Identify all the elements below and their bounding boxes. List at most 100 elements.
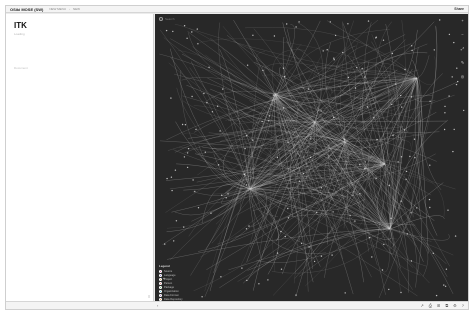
graph-node[interactable] (334, 34, 337, 37)
graph-node[interactable] (286, 23, 288, 25)
graph-node[interactable] (414, 157, 416, 159)
graph-node[interactable] (375, 177, 377, 180)
graph-node[interactable] (343, 138, 345, 140)
graph-node[interactable] (165, 29, 168, 32)
graph-node[interactable] (354, 87, 357, 89)
graph-node[interactable] (447, 209, 449, 211)
graph-node[interactable] (197, 207, 200, 209)
graph-node[interactable] (391, 103, 393, 106)
graph-node[interactable] (246, 64, 249, 66)
graph-node[interactable] (284, 235, 286, 238)
graph-node[interactable] (456, 67, 458, 69)
graph-node[interactable] (443, 128, 446, 131)
graph-node[interactable] (310, 138, 312, 140)
graph-node[interactable] (313, 260, 316, 263)
graph-node[interactable] (252, 139, 254, 141)
focus-icon[interactable]: ◎ (460, 74, 465, 79)
graph-node[interactable] (174, 169, 177, 171)
graph-node[interactable] (404, 68, 406, 71)
graph-node[interactable] (448, 95, 450, 97)
graph-node[interactable] (457, 80, 459, 83)
menu-icon[interactable]: ≡ (148, 294, 150, 299)
graph-node[interactable] (282, 67, 285, 69)
graph-node[interactable] (400, 94, 402, 97)
graph-node[interactable] (197, 43, 199, 45)
graph-node[interactable] (406, 233, 408, 235)
graph-node[interactable] (445, 268, 448, 270)
graph-node[interactable] (391, 52, 394, 55)
graph-node[interactable] (211, 111, 214, 113)
graph-node[interactable] (309, 156, 312, 159)
graph-node[interactable] (320, 255, 323, 257)
graph-node[interactable] (280, 268, 283, 270)
graph-node[interactable] (333, 57, 335, 59)
graph-node[interactable] (170, 176, 173, 178)
graph-node[interactable] (344, 292, 346, 294)
graph-node[interactable] (411, 45, 413, 47)
graph-node[interactable] (410, 96, 413, 98)
graph-node[interactable] (444, 105, 446, 108)
settings-icon[interactable]: ⚙ (453, 303, 457, 308)
graph-node[interactable] (287, 217, 290, 219)
graph-node[interactable] (183, 25, 186, 27)
graph-node[interactable] (359, 164, 361, 166)
graph-node[interactable] (298, 21, 300, 23)
graph-node[interactable] (302, 172, 305, 175)
graph-node[interactable] (191, 95, 193, 98)
copy-icon[interactable]: ⧉ (445, 303, 448, 308)
graph-node[interactable] (173, 240, 175, 242)
graph-node[interactable] (183, 226, 185, 228)
graph-node[interactable] (196, 28, 198, 30)
graph-node[interactable] (410, 212, 412, 214)
graph-node[interactable] (195, 128, 197, 131)
graph-node[interactable] (221, 194, 223, 196)
graph-node[interactable] (354, 220, 356, 222)
graph-node[interactable] (170, 97, 172, 99)
graph-node[interactable] (164, 243, 166, 245)
graph-node[interactable] (320, 110, 322, 112)
graph-node[interactable] (381, 269, 384, 271)
graph-node[interactable] (210, 212, 212, 214)
breadcrumb-item-1[interactable]: NEW MENU (49, 7, 66, 11)
graph-node[interactable] (222, 88, 224, 90)
graph-node[interactable] (444, 112, 446, 114)
graph-node[interactable] (409, 155, 411, 158)
graph-node[interactable] (451, 76, 453, 78)
graph-node[interactable] (172, 30, 174, 33)
graph-node[interactable] (401, 106, 403, 108)
graph-node[interactable] (359, 193, 361, 195)
graph-node[interactable] (252, 34, 254, 36)
breadcrumb-item-2[interactable]: NEW (73, 7, 80, 11)
graph-node[interactable] (295, 26, 297, 28)
graph-node[interactable] (216, 105, 219, 107)
graph-node[interactable] (452, 150, 454, 153)
graph-node[interactable] (383, 243, 385, 246)
graph-node[interactable] (433, 49, 435, 51)
graph-node[interactable] (272, 94, 275, 96)
graph-node[interactable] (352, 194, 354, 196)
graph-node[interactable] (333, 116, 335, 119)
graph-node[interactable] (371, 256, 373, 258)
graph-node[interactable] (403, 129, 406, 131)
graph-node[interactable] (428, 198, 431, 201)
graph-node[interactable] (322, 50, 324, 52)
graph-node[interactable] (298, 180, 301, 182)
graph-node[interactable] (367, 20, 370, 22)
help-icon[interactable]: ? (462, 303, 464, 308)
graph-node[interactable] (206, 102, 208, 104)
graph-node[interactable] (388, 288, 390, 291)
graph-node[interactable] (373, 117, 375, 119)
graph-node[interactable] (347, 76, 350, 79)
graph-node[interactable] (349, 214, 351, 217)
graph-node[interactable] (429, 206, 431, 209)
graph-node[interactable] (395, 83, 397, 85)
grid-icon[interactable]: ⊞ (437, 303, 440, 308)
graph-node[interactable] (364, 167, 366, 170)
graph-node[interactable] (376, 138, 378, 141)
share-button[interactable]: Share (454, 7, 464, 11)
graph-node[interactable] (287, 141, 289, 143)
graph-node[interactable] (413, 138, 416, 140)
graph-node[interactable] (444, 285, 447, 287)
graph-node[interactable] (262, 69, 264, 72)
graph-node[interactable] (268, 120, 270, 122)
